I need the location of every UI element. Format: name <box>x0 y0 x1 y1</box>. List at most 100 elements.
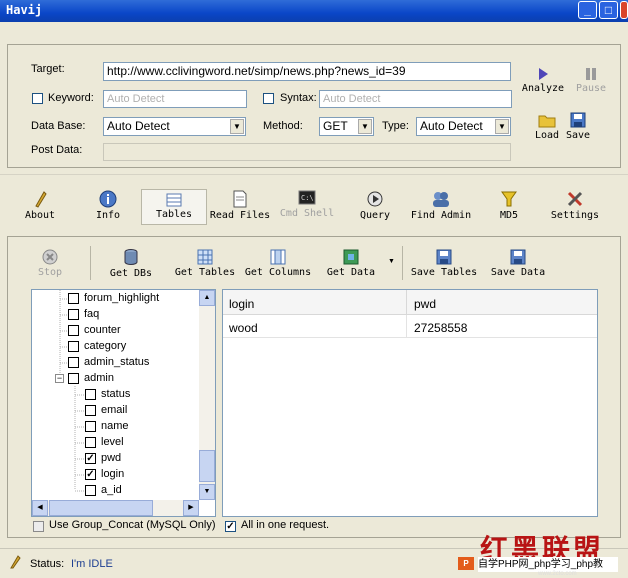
tree-checkbox[interactable]: ✓ <box>85 452 96 464</box>
tree-item-label: faq <box>84 308 100 320</box>
tree-checkbox[interactable] <box>68 292 79 304</box>
syntax-checkbox[interactable] <box>263 93 274 104</box>
get-tables-button[interactable]: Get Tables <box>173 249 237 278</box>
tree-item[interactable]: forum_highlight <box>68 292 159 308</box>
save-data-button[interactable]: Save Data <box>488 249 548 278</box>
scroll-down-icon[interactable]: ▼ <box>199 484 215 500</box>
tree-item[interactable]: email <box>85 404 127 420</box>
load-button[interactable]: Load <box>532 112 562 141</box>
save-tables-label: Save Tables <box>410 267 478 278</box>
tree-vscrollbar[interactable]: ▲ ▼ <box>199 290 215 500</box>
tree-item-label: admin <box>84 372 114 384</box>
table-tree[interactable]: − forum_highlight faq counter category admin… <box>31 289 216 517</box>
tree-item[interactable]: a_id <box>85 484 122 500</box>
get-columns-button[interactable]: Get Columns <box>244 249 312 278</box>
type-value: Auto Detect <box>420 119 483 133</box>
tab-info[interactable]: Info <box>88 190 128 221</box>
target-input[interactable]: http://www.cclivingword.net/simp/news.ph… <box>103 62 511 81</box>
tree-checkbox[interactable] <box>68 324 79 336</box>
target-label: Target: <box>31 63 65 75</box>
tree-item[interactable]: status <box>85 388 130 404</box>
get-data-button[interactable]: Get Data <box>325 249 377 278</box>
keyword-input[interactable]: Auto Detect <box>103 90 247 108</box>
tab-label: About <box>24 210 56 221</box>
status-label: Status: <box>30 558 65 570</box>
grid-cell: 27258558 <box>414 321 468 335</box>
chevron-down-icon[interactable]: ▼ <box>388 258 395 265</box>
tree-checkbox[interactable]: ✓ <box>85 468 96 480</box>
tree-checkbox[interactable] <box>68 356 79 368</box>
tab-md5[interactable]: MD5 <box>492 190 526 221</box>
close-button[interactable] <box>620 1 628 19</box>
query-icon <box>367 191 383 207</box>
tree-checkbox[interactable] <box>68 340 79 352</box>
tab-tables[interactable]: Tables <box>141 189 207 225</box>
column-divider <box>406 290 407 314</box>
tree-checkbox[interactable] <box>85 484 96 496</box>
tab-settings[interactable]: Settings <box>548 190 602 221</box>
get-dbs-label: Get DBs <box>109 268 153 279</box>
scroll-right-icon[interactable]: ▶ <box>183 500 199 516</box>
table-row[interactable] <box>223 315 597 338</box>
save-button[interactable]: Save <box>563 112 593 141</box>
tab-cmd-shell[interactable]: C:\ Cmd Shell <box>278 190 336 219</box>
column-header-pwd[interactable]: pwd <box>414 297 436 311</box>
tree-item[interactable]: admin <box>68 372 114 388</box>
collapse-toggle[interactable]: − <box>55 374 64 383</box>
tab-find-admin[interactable]: Find Admin <box>409 190 473 221</box>
minimize-button[interactable]: _ <box>578 1 597 19</box>
get-dbs-button[interactable]: Get DBs <box>106 249 156 279</box>
tree-item[interactable]: name <box>85 420 129 436</box>
tree-item-label: status <box>101 388 131 400</box>
syntax-label: Syntax: <box>280 92 317 104</box>
title-bar <box>0 0 628 22</box>
tree-item[interactable]: faq <box>68 308 99 324</box>
scroll-thumb[interactable] <box>49 500 153 516</box>
tree-hscrollbar[interactable]: ◀ ▶ <box>32 500 199 516</box>
tools-icon <box>567 191 583 207</box>
maximize-button[interactable]: □ <box>599 1 618 19</box>
scroll-thumb[interactable] <box>199 450 215 482</box>
pause-button[interactable]: Pause <box>571 67 611 94</box>
scroll-up-icon[interactable]: ▲ <box>199 290 215 306</box>
tree-item[interactable]: level <box>85 436 124 452</box>
syntax-input[interactable]: Auto Detect <box>319 90 512 108</box>
scroll-left-icon[interactable]: ◀ <box>32 500 48 516</box>
all-in-one-checkbox[interactable]: ✓ <box>225 521 236 532</box>
tree-checkbox[interactable] <box>85 404 96 416</box>
tab-about[interactable]: About <box>18 190 62 221</box>
type-select[interactable]: Auto Detect ▼ <box>416 117 511 136</box>
tree-checkbox[interactable] <box>85 436 96 448</box>
database-select[interactable]: Auto Detect ▼ <box>103 117 246 136</box>
group-concat-checkbox[interactable] <box>33 521 44 532</box>
tree-checkbox[interactable] <box>85 388 96 400</box>
tab-label: MD5 <box>499 210 519 221</box>
data-grid[interactable]: login pwd wood 27258558 <box>222 289 598 517</box>
chevron-down-icon[interactable]: ▼ <box>495 119 509 134</box>
tree-item[interactable]: category <box>68 340 126 356</box>
tree-item[interactable]: ✓ pwd <box>85 452 121 468</box>
tree-item-label: a_id <box>101 484 122 496</box>
stop-label: Stop <box>37 267 63 278</box>
method-select[interactable]: GET ▼ <box>319 117 374 136</box>
tree-item[interactable]: ✓ login <box>85 468 124 484</box>
analyze-button[interactable]: Analyze <box>520 67 566 94</box>
save-tables-button[interactable]: Save Tables <box>410 249 478 278</box>
keyword-checkbox[interactable] <box>32 93 43 104</box>
tree-checkbox[interactable] <box>68 308 79 320</box>
chevron-down-icon[interactable]: ▼ <box>230 119 244 134</box>
column-header-login[interactable]: login <box>229 297 254 311</box>
stop-button[interactable]: Stop <box>33 249 67 278</box>
tab-label: Cmd Shell <box>279 208 335 219</box>
method-label: Method: <box>263 120 303 132</box>
tree-checkbox[interactable] <box>68 372 79 384</box>
tab-query[interactable]: Query <box>355 190 395 221</box>
chevron-down-icon[interactable]: ▼ <box>358 119 372 134</box>
save-label: Save <box>565 130 591 141</box>
postdata-input[interactable] <box>103 143 511 161</box>
tree-item[interactable]: admin_status <box>68 356 149 372</box>
watermark-url: www.2cto.com <box>538 571 577 577</box>
tab-read-files[interactable]: Read Files <box>209 190 271 221</box>
tree-checkbox[interactable] <box>85 420 96 432</box>
tree-item[interactable]: counter <box>68 324 121 340</box>
